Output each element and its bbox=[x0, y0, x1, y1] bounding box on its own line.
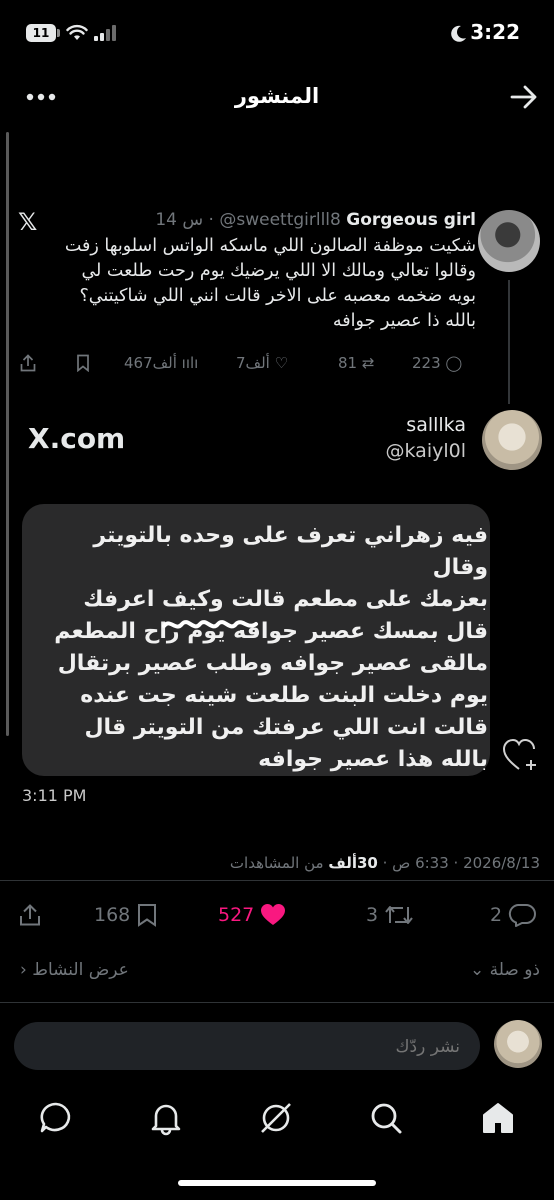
quoted-line: بويه ضخمه معصبه على الاخر قالت انني اللي… bbox=[79, 286, 476, 306]
reply-count: 2 bbox=[490, 904, 503, 926]
quoted-time: 14 س bbox=[155, 210, 204, 230]
divider bbox=[0, 1002, 554, 1003]
quoted-likes: 7ألف ♡ bbox=[236, 354, 289, 372]
moon-icon bbox=[451, 25, 466, 42]
wifi-icon bbox=[66, 24, 88, 40]
status-bar: 11 3:22 bbox=[0, 0, 554, 64]
status-time: 3:22 bbox=[470, 20, 520, 44]
related-link[interactable]: ذو صلة ⌄ bbox=[470, 960, 540, 980]
message-text: فيه زهراني تعرف على وحده بالتويتر وقال ب… bbox=[40, 520, 488, 776]
share-icon bbox=[20, 354, 36, 372]
quoted-replies: 223 ◯ bbox=[412, 354, 463, 372]
quoted-line: وقالوا تعالي ومالك الا اللي يرضيك يوم رح… bbox=[81, 261, 476, 281]
search-icon[interactable] bbox=[368, 1100, 404, 1136]
view-activity-link[interactable]: عرض النشاط ‹ bbox=[20, 960, 129, 980]
chevron-down-icon: ⌄ bbox=[469, 960, 485, 980]
like-count: 527 bbox=[218, 904, 255, 926]
share-button[interactable] bbox=[18, 902, 42, 928]
message-line: يوم دخلت البنت طلعت شينه جت عنده bbox=[80, 683, 488, 708]
activity-label: عرض النشاط bbox=[32, 960, 129, 980]
quoted-reposts: 81 ⇄ bbox=[338, 354, 375, 372]
message-line: مالقى عصير جوافه وطلب عصير برتقال bbox=[57, 651, 488, 676]
views-label: من المشاهدات bbox=[229, 854, 324, 872]
embedded-time: 3:11 PM bbox=[22, 786, 87, 805]
repost-count: 3 bbox=[366, 904, 379, 926]
related-label: ذو صلة bbox=[489, 960, 540, 980]
quoted-views: 467ألف ıılı bbox=[124, 354, 199, 372]
message-line: بالله هذا عصير جوافه bbox=[258, 747, 488, 772]
bookmark-button[interactable]: 168 bbox=[94, 902, 158, 928]
repost-button[interactable]: 3 bbox=[366, 902, 414, 928]
reply-box[interactable] bbox=[14, 1022, 480, 1070]
quoted-handle: @sweettgirlll8 bbox=[219, 210, 341, 230]
quoted-text: شكيت موظفة الصالون اللي ماسكه الواتس اسل… bbox=[16, 234, 476, 334]
messages-icon[interactable] bbox=[38, 1100, 74, 1136]
reply-button[interactable]: 2 bbox=[490, 902, 537, 928]
bookmark-icon bbox=[138, 904, 157, 927]
quoted-line: بالله ذا عصير جوافه bbox=[332, 311, 476, 331]
quoted-header: 14 س · @sweettgirlll8 Gorgeous girl bbox=[155, 210, 476, 230]
share-icon bbox=[20, 904, 40, 926]
battery-indicator: 11 bbox=[26, 24, 56, 42]
embedded-name: salllka bbox=[406, 414, 466, 436]
battery-tip bbox=[57, 29, 60, 37]
quoted-avatar bbox=[478, 210, 540, 272]
user-avatar[interactable] bbox=[494, 1020, 542, 1068]
heart-filled-icon bbox=[261, 904, 286, 925]
message-line: قالت انت اللي عرفتك من التويتر قال bbox=[84, 715, 488, 740]
redaction-scribble bbox=[162, 620, 258, 629]
bookmark-count: 168 bbox=[94, 904, 131, 926]
message-line: بعزمك على مطعم قالت وكيف اعرفك bbox=[83, 587, 488, 612]
message-line: فيه زهراني تعرف على وحده بالتويتر وقال bbox=[93, 523, 488, 580]
x-logo-icon: 𝕏 bbox=[18, 208, 38, 236]
views-count: 30ألف bbox=[328, 854, 378, 872]
divider bbox=[0, 880, 554, 881]
scroll-indicator[interactable] bbox=[6, 132, 9, 736]
message-line: قال بمسك عصير جوافه يوم راح المطعم bbox=[54, 619, 488, 644]
quoted-line: شكيت موظفة الصالون اللي ماسكه الواتس اسل… bbox=[64, 236, 476, 256]
repost-icon bbox=[385, 906, 413, 924]
grok-icon[interactable] bbox=[258, 1100, 294, 1136]
home-indicator bbox=[178, 1180, 376, 1186]
home-icon[interactable] bbox=[480, 1100, 516, 1136]
reply-input[interactable] bbox=[38, 1036, 462, 1058]
post-time: 6:33 ص bbox=[392, 854, 449, 872]
signal-icon bbox=[94, 25, 116, 41]
bookmark-icon bbox=[77, 354, 89, 372]
heart-add-reaction-icon bbox=[502, 738, 536, 770]
post-meta: 2026/8/13 · 6:33 ص · 30ألف من المشاهدات bbox=[229, 854, 540, 872]
quoted-name: Gorgeous girl bbox=[346, 210, 476, 230]
notifications-icon[interactable] bbox=[148, 1100, 184, 1136]
post-date: 2026/8/13 bbox=[463, 854, 540, 872]
like-button[interactable]: 527 bbox=[218, 902, 286, 928]
embedded-handle: @kaiyl0l bbox=[385, 440, 466, 462]
comment-icon bbox=[508, 904, 537, 927]
embedded-avatar bbox=[482, 410, 542, 470]
x-com-brand: X.com bbox=[28, 422, 126, 455]
page-title: المنشور bbox=[234, 84, 320, 108]
chevron-left-icon: ‹ bbox=[20, 960, 27, 980]
back-arrow-icon[interactable] bbox=[510, 84, 538, 110]
thread-line bbox=[508, 280, 510, 404]
